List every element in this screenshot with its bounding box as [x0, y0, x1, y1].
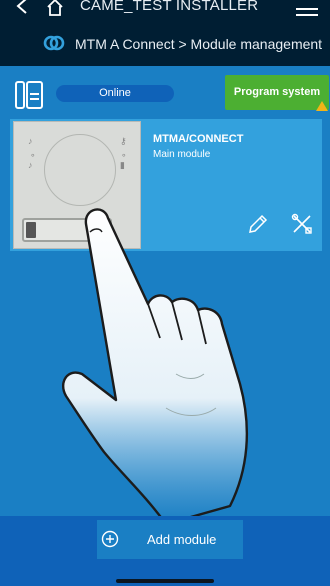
add-module-button[interactable]: Add module	[97, 520, 243, 559]
status-row: Online Program system	[0, 66, 330, 116]
intercom-icon	[15, 81, 43, 109]
footer-bar: Add module	[0, 516, 330, 586]
program-system-button[interactable]: Program system	[225, 75, 329, 110]
module-name: MTMA/CONNECT	[153, 133, 244, 145]
home-indicator[interactable]	[116, 579, 214, 583]
menu-icon[interactable]	[296, 8, 318, 20]
key-icon: ⚷	[120, 136, 127, 146]
tools-icon[interactable]	[291, 213, 313, 235]
home-icon[interactable]	[46, 0, 64, 16]
plus-circle-icon	[101, 530, 119, 548]
back-icon[interactable]	[14, 0, 30, 14]
module-role: Main module	[153, 149, 211, 160]
warning-icon	[316, 101, 328, 111]
top-bar: CAME_TEST INSTALLER MTM A Connect > Modu…	[0, 0, 330, 66]
status-badge: Online	[56, 85, 174, 102]
bell-icon: ♪	[28, 160, 33, 170]
tap-hint-hand-illustration	[61, 208, 249, 524]
came-connect-logo-icon	[43, 35, 65, 51]
bell-icon: ♪	[28, 136, 33, 146]
installer-name: CAME_TEST INSTALLER	[80, 0, 259, 14]
module-management-content: Online Program system ♪ ∘ ♪ ⚷ ∘ ▮ MTMA/C…	[0, 66, 330, 524]
bookmark-icon: ▮	[120, 160, 125, 170]
add-module-label: Add module	[147, 532, 217, 547]
breadcrumb: MTM A Connect > Module management	[75, 36, 323, 52]
